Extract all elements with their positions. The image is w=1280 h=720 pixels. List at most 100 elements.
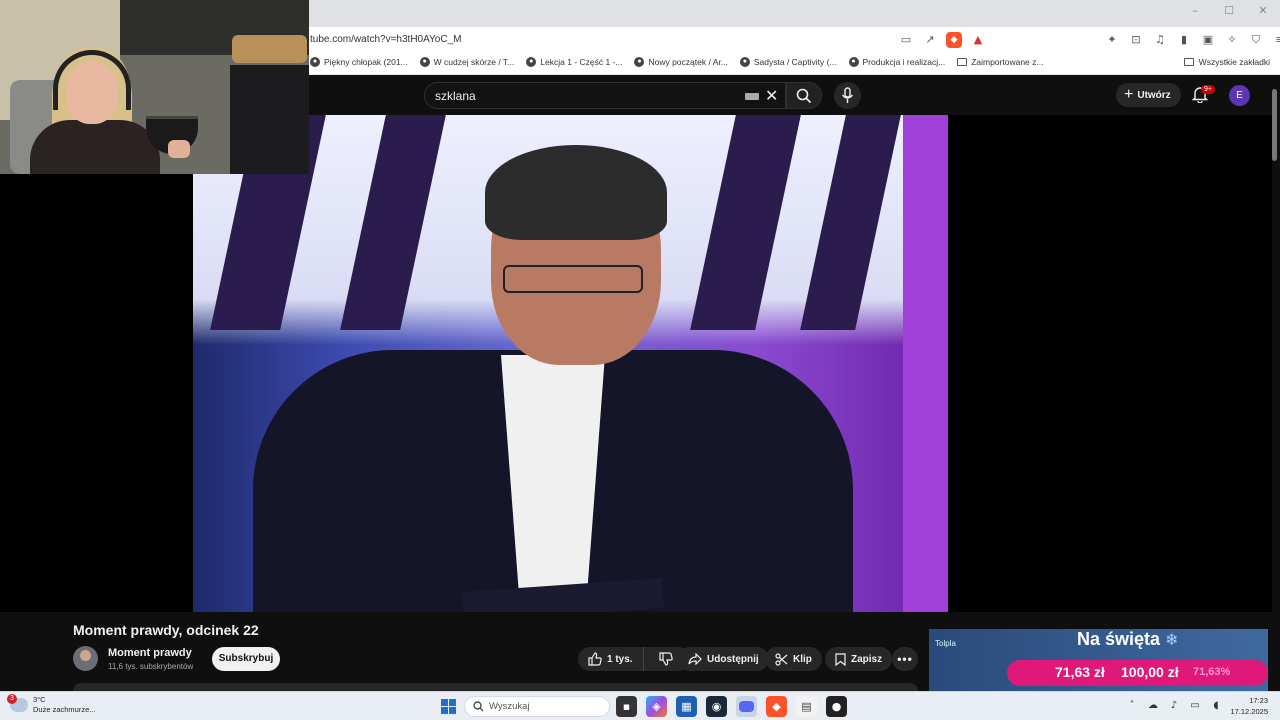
bookmark-label: Nowy początek / Ar...: [648, 57, 728, 67]
channel-avatar[interactable]: [73, 646, 98, 671]
vpn-icon[interactable]: ⛉: [1248, 32, 1264, 48]
bookmark-item[interactable]: ● Produkcja i realizacj...: [848, 57, 946, 67]
search-button[interactable]: [786, 82, 822, 109]
cast-icon[interactable]: ▭: [898, 32, 914, 48]
copilot-icon[interactable]: ◈: [646, 696, 667, 717]
menu-icon[interactable]: ≡: [1272, 32, 1280, 48]
streamer-body: [30, 120, 160, 174]
clip-label: Klip: [793, 653, 812, 665]
microphone-tray-icon[interactable]: ♪: [1168, 700, 1180, 712]
channel-name[interactable]: Moment prawdy: [108, 647, 192, 659]
subscribe-button[interactable]: Subskrybuj: [212, 647, 280, 671]
like-dislike-group: 1 tys.: [578, 647, 690, 671]
microphone-icon: [841, 87, 854, 103]
steam-icon[interactable]: ◉: [706, 696, 727, 717]
url-field[interactable]: tube.com/watch?v=h3tH0AYoC_M: [310, 34, 461, 45]
weather-widget[interactable]: 3 3°C Duże zachmurze...: [7, 694, 96, 715]
bookmark-label: Piękny chłopak (201...: [324, 57, 408, 67]
bookmark-folder[interactable]: Zaimportowane z...: [957, 57, 1043, 67]
save-label: Zapisz: [851, 653, 883, 665]
video-frame[interactable]: [193, 115, 948, 612]
more-actions-button[interactable]: •••: [892, 647, 918, 671]
save-button[interactable]: Zapisz: [825, 647, 893, 671]
description-box[interactable]: [73, 683, 918, 691]
cloud-icon: 3: [7, 694, 28, 712]
share-label: Udostępnij: [707, 653, 759, 665]
taskbar-search[interactable]: Wyszukaj: [464, 696, 610, 717]
video-player[interactable]: [0, 115, 1272, 612]
taskbar-search-placeholder: Wyszukaj: [489, 701, 530, 712]
bookmark-label: Sadysta / Captivity (...: [753, 57, 837, 67]
brave-rewards-icon[interactable]: ▲: [970, 32, 986, 48]
tab-icon: ●: [739, 57, 750, 67]
extensions-icon[interactable]: ✦: [1104, 32, 1120, 48]
tab-icon: ●: [310, 57, 320, 67]
clear-search-icon[interactable]: ✕: [765, 86, 778, 105]
system-tray: ˄ ☁ ♪ ▭ ◖: [1126, 700, 1222, 712]
bookmark-item[interactable]: ● W cudzej skórze / T...: [419, 57, 514, 67]
share-button[interactable]: Udostępnij: [678, 647, 769, 671]
create-button[interactable]: + Utwórz: [1116, 83, 1181, 107]
leo-ai-icon[interactable]: ✧: [1224, 32, 1240, 48]
media-icon[interactable]: ♫: [1152, 32, 1168, 48]
weather-temp: 3°C: [33, 695, 46, 704]
share-page-icon[interactable]: ↗: [922, 32, 938, 48]
tab-icon: ●: [419, 57, 430, 67]
scissors-icon: [775, 652, 788, 666]
search-query[interactable]: szklana: [435, 89, 476, 103]
tab-icon: ●: [848, 57, 859, 67]
ad-brand-text: Tolpla: [935, 639, 956, 648]
like-count: 1 tys.: [607, 653, 633, 665]
browser-toolbar-icons: ✦ ⊡ ♫ ▮ ▣ ✧ ⛉ ≡: [1104, 32, 1280, 48]
share-icon: [688, 653, 702, 665]
bookmark-item[interactable]: ● Sadysta / Captivity (...: [739, 57, 837, 67]
snowflake-icon: ❄: [1165, 630, 1179, 649]
bookmark-item[interactable]: ● Lekcja 1 - Część 1 -...: [526, 57, 622, 67]
tab-icon: ●: [526, 57, 537, 67]
cloud-sync-icon[interactable]: ☁: [1147, 700, 1159, 712]
address-bar-actions: ▭ ↗ ◆ ▲: [898, 32, 986, 48]
all-bookmarks[interactable]: Wszystkie zakładki: [1183, 57, 1270, 67]
ad-price-new: 71,63 zł: [1055, 664, 1105, 680]
obs-icon[interactable]: ●: [826, 696, 847, 717]
bookmark-item[interactable]: ● Piękny chłopak (201...: [310, 57, 408, 67]
clip-button[interactable]: Klip: [765, 647, 822, 671]
host-glasses: [503, 265, 643, 293]
ad-title: Na święta ❄: [1077, 629, 1178, 650]
taskbar-clock[interactable]: 17:23 17.12.2025: [1228, 695, 1268, 717]
display-icon[interactable]: ▭: [1189, 700, 1201, 712]
plus-icon: +: [1124, 86, 1134, 103]
notes-icon[interactable]: ▤: [796, 696, 817, 717]
close-window-icon[interactable]: ✕: [1256, 4, 1270, 18]
voice-search-button[interactable]: [834, 82, 861, 109]
keyboard-icon[interactable]: [745, 93, 759, 100]
brave-shields-icon[interactable]: ◆: [946, 32, 962, 48]
sidebar-icon[interactable]: ▮: [1176, 32, 1192, 48]
windows-taskbar: 3 3°C Duże zachmurze... Wyszukaj ▪ ◈ ▦ ◉…: [0, 691, 1280, 720]
minimize-icon[interactable]: –: [1188, 4, 1202, 18]
volume-icon[interactable]: ◖: [1210, 700, 1222, 712]
clock-time: 17:23: [1249, 696, 1268, 705]
subscriber-count: 11,6 tys. subskrybentów: [108, 662, 194, 671]
notification-count-badge: 9+: [1201, 85, 1215, 94]
tab-search-icon[interactable]: ⊡: [1128, 32, 1144, 48]
wallet-icon[interactable]: ▣: [1200, 32, 1216, 48]
search-input[interactable]: szklana ✕: [424, 82, 786, 109]
brave-icon[interactable]: ◆: [766, 696, 787, 717]
screen: – ☐ ✕ tube.com/watch?v=h3tH0AYoC_M ▭ ↗ ◆…: [0, 0, 1280, 720]
task-view-icon[interactable]: ▪: [616, 696, 637, 717]
sponsored-ad[interactable]: Tolpla Na święta ❄ 71,63 zł 100,00 zł 71…: [929, 629, 1268, 691]
page-scrollbar[interactable]: [1272, 89, 1277, 161]
windows-start-icon[interactable]: [441, 699, 456, 714]
chevron-up-icon[interactable]: ˄: [1126, 700, 1138, 712]
like-button[interactable]: 1 tys.: [578, 647, 644, 671]
streamer-hand: [168, 140, 190, 158]
account-avatar[interactable]: E: [1229, 85, 1250, 106]
bookmark-label: Produkcja i realizacj...: [862, 57, 946, 67]
taskbar-apps: ▪ ◈ ▦ ◉ ◆ ▤ ●: [616, 696, 847, 717]
bookmark-label: Zaimportowane z...: [971, 57, 1044, 67]
store-icon[interactable]: ▦: [676, 696, 697, 717]
bookmark-item[interactable]: ● Nowy początek / Ar...: [634, 57, 728, 67]
discord-icon[interactable]: [736, 696, 757, 717]
maximize-icon[interactable]: ☐: [1222, 4, 1236, 18]
